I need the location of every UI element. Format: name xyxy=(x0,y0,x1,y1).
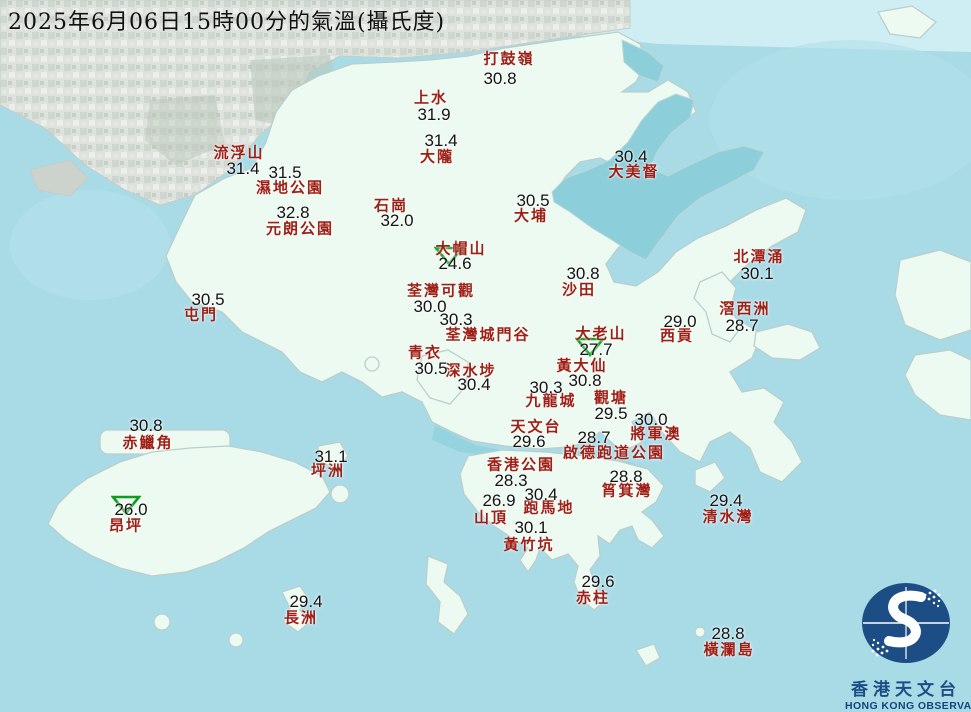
station-value: 28.8 xyxy=(711,624,744,644)
station-value: 30.5 xyxy=(414,359,447,379)
stations-layer: 打鼓嶺30.8上水31.9大隴31.4大美督30.4流浮山31.4濕地公園31.… xyxy=(0,0,971,700)
station-value: 30.8 xyxy=(568,371,601,391)
station-value: 30.5 xyxy=(191,290,224,310)
station-value: 30.4 xyxy=(614,147,647,167)
station-value: 30.1 xyxy=(514,518,547,538)
station-value: 30.8 xyxy=(566,264,599,284)
station-value: 30.3 xyxy=(529,378,562,398)
hko-logo-icon xyxy=(845,578,967,668)
station-value: 32.8 xyxy=(276,203,309,223)
station-value: 30.4 xyxy=(524,485,557,505)
weather-map-page: { "title": "2025年6月06日15時00分的氣溫(攝氏度)", "… xyxy=(0,0,971,700)
station-value: 26.9 xyxy=(482,491,515,511)
station-value: 29.5 xyxy=(594,404,627,424)
hko-logo-name-zh: 香港天文台 xyxy=(845,675,967,700)
station-value: 30.8 xyxy=(483,69,516,89)
station-value: 31.1 xyxy=(314,447,347,467)
hko-logo-name-en: HONG KONG OBSERVATORY xyxy=(845,700,967,712)
station-value: 31.4 xyxy=(226,159,259,179)
station-label: 打鼓嶺 xyxy=(483,48,534,69)
station-value: 27.7 xyxy=(579,340,612,360)
station-value: 31.4 xyxy=(424,131,457,151)
station-value: 29.6 xyxy=(581,572,614,592)
station-value: 30.4 xyxy=(457,375,490,395)
station-value: 28.7 xyxy=(725,316,758,336)
station-value: 30.3 xyxy=(439,310,472,330)
station-value: 26.0 xyxy=(114,500,147,520)
map-title: 2025年6月06日15時00分的氣溫(攝氏度) xyxy=(8,4,445,36)
station-value: 29.6 xyxy=(512,432,545,452)
station-value: 30.0 xyxy=(634,410,667,430)
station-value: 28.3 xyxy=(494,471,527,491)
station-value: 29.4 xyxy=(289,592,322,612)
station-value: 24.6 xyxy=(438,254,471,274)
station-value: 28.8 xyxy=(609,467,642,487)
station-value: 30.5 xyxy=(516,191,549,211)
hko-logo: 香港天文台 HONG KONG OBSERVATORY xyxy=(845,578,967,696)
station-value: 31.9 xyxy=(417,105,450,125)
station-value: 30.8 xyxy=(129,416,162,436)
station-value: 29.0 xyxy=(663,312,696,332)
station-value: 32.0 xyxy=(380,211,413,231)
station-value: 29.4 xyxy=(709,491,742,511)
station-value: 30.1 xyxy=(740,264,773,284)
station-value: 28.7 xyxy=(577,428,610,448)
station-value: 31.5 xyxy=(268,163,301,183)
